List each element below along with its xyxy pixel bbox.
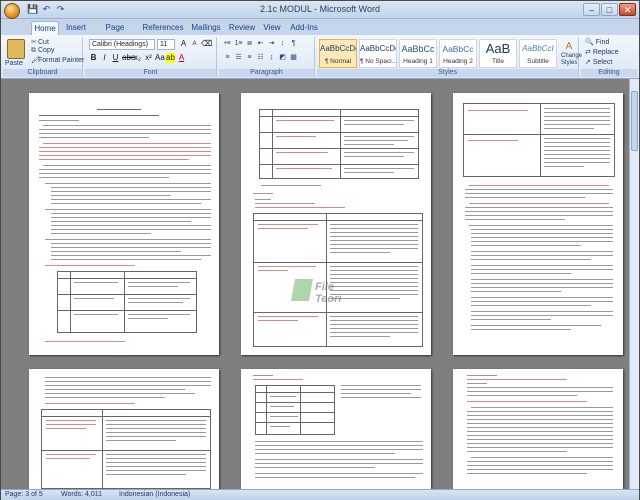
ribbon: Paste ✂Cut ⧉ Copy 🖌Format Painter Clipboa… (1, 35, 639, 79)
font-color-icon[interactable]: A (177, 53, 186, 63)
clipboard-group-label: Clipboard (3, 69, 82, 77)
copy-button[interactable]: ⧉ Copy (31, 47, 54, 55)
minimize-button[interactable]: – (583, 3, 600, 16)
align-left-icon[interactable]: ≡ (223, 53, 232, 63)
document-page[interactable] (241, 369, 431, 489)
language-indicator[interactable]: Indonesian (Indonesia) (119, 491, 190, 498)
file-icon (291, 279, 313, 301)
window-title: 2.1c MODUL - Microsoft Word (259, 4, 381, 14)
watermark-logo: File Teori (291, 277, 363, 307)
find-button[interactable]: 🔍 Find (585, 38, 609, 46)
line-spacing-icon[interactable]: ↨ (267, 53, 276, 63)
numbering-icon[interactable]: 1≡ (234, 39, 243, 49)
document-page[interactable] (29, 93, 219, 355)
subscript-icon[interactable]: x₂ (133, 53, 142, 63)
grow-font-icon[interactable]: A (179, 39, 188, 49)
paste-button[interactable]: Paste (5, 60, 23, 67)
document-page[interactable] (29, 369, 219, 489)
justify-icon[interactable]: ☷ (256, 53, 265, 63)
font-group-label: Font (85, 69, 216, 77)
brush-icon: 🖌 (31, 57, 40, 64)
maximize-button[interactable]: □ (601, 3, 618, 16)
select-button[interactable]: ➚ Select (585, 58, 612, 66)
document-table[interactable] (259, 109, 419, 179)
tab-view[interactable]: View (261, 21, 283, 35)
tab-insert[interactable]: Insert (63, 21, 89, 35)
scissors-icon: ✂ (31, 39, 37, 46)
style-heading-1[interactable]: AaBbCc Heading 1 (399, 39, 437, 68)
title-bar: 💾 ↶ ↷ 2.1c MODUL - Microsoft Word – □ ✕ (1, 1, 639, 19)
select-icon: ➚ (585, 59, 591, 66)
document-table[interactable] (463, 103, 615, 177)
close-button[interactable]: ✕ (619, 3, 636, 16)
decrease-indent-icon[interactable]: ⇤ (256, 39, 265, 49)
superscript-icon[interactable]: x² (144, 53, 153, 63)
paste-icon[interactable] (7, 39, 25, 59)
copy-icon: ⧉ (31, 47, 36, 54)
replace-button[interactable]: ⇄ Replace (585, 48, 619, 56)
change-case-icon[interactable]: Aa (155, 53, 165, 63)
vertical-scrollbar[interactable] (629, 79, 639, 489)
increase-indent-icon[interactable]: ⇥ (267, 39, 276, 49)
style-title[interactable]: AaB Title (479, 39, 517, 68)
bold-icon[interactable]: B (89, 53, 98, 63)
change-styles-button[interactable]: A Change Styles (561, 41, 582, 66)
replace-icon: ⇄ (585, 49, 591, 56)
tab-add-ins[interactable]: Add-Ins (287, 21, 321, 35)
paragraph-group: •≡ 1≡ ≣ ⇤ ⇥ ↕ ¶ ≡ ☰ ≡ ☷ ↨ ◩ ▦ Paragraph (219, 37, 315, 77)
editing-group-label: Editing (581, 69, 637, 77)
styles-group-label: Styles (317, 69, 578, 77)
paragraph-group-label: Paragraph (219, 69, 314, 77)
binoculars-icon: 🔍 (585, 39, 594, 46)
style-subtitle[interactable]: AaBbCcI Subtitle (519, 39, 557, 68)
format-painter-button[interactable]: 🖌Format Painter (31, 56, 84, 64)
clear-format-icon[interactable]: ⌫ (201, 39, 212, 49)
style-normal[interactable]: AaBbCcDd ¶ Normal (319, 39, 357, 68)
ribbon-tabs: Home Insert Page Layout References Maili… (1, 19, 639, 46)
document-table[interactable] (57, 271, 197, 333)
shrink-font-icon[interactable]: A (190, 39, 199, 49)
document-page[interactable] (453, 369, 623, 489)
document-table[interactable] (41, 409, 211, 489)
cut-button[interactable]: ✂Cut (31, 38, 49, 46)
style-heading-2[interactable]: AaBbCc Heading 2 (439, 39, 477, 68)
tab-mailings[interactable]: Mailings (189, 21, 223, 35)
styles-group: AaBbCcDd ¶ Normal AaBbCcDd ¶ No Spaci...… (317, 37, 582, 77)
clipboard-group: Paste ✂Cut ⧉ Copy 🖌Format Painter Clipboa… (3, 37, 84, 77)
change-styles-icon: A (565, 41, 573, 52)
scrollbar-thumb[interactable] (631, 91, 638, 151)
shading-icon[interactable]: ◩ (278, 53, 287, 63)
document-page[interactable] (453, 93, 623, 355)
window-controls: – □ ✕ (583, 3, 636, 16)
status-bar: Page: 3 of 5 Words: 4,011 Indonesian (In… (1, 489, 639, 500)
document-page[interactable] (241, 93, 431, 355)
underline-icon[interactable]: U (111, 53, 120, 63)
style-no-spacing[interactable]: AaBbCcDd ¶ No Spaci... (359, 39, 397, 68)
highlight-icon[interactable]: ab (166, 53, 175, 63)
font-name-dropdown[interactable]: Calibri (Headings) (89, 39, 155, 50)
tab-references[interactable]: References (141, 21, 185, 35)
align-right-icon[interactable]: ≡ (245, 53, 254, 63)
word-count[interactable]: Words: 4,011 (61, 491, 102, 498)
multilevel-list-icon[interactable]: ≣ (245, 39, 254, 49)
strikethrough-icon[interactable]: abc (122, 53, 135, 63)
bullets-icon[interactable]: •≡ (223, 39, 232, 49)
sort-icon[interactable]: ↕ (278, 39, 287, 49)
font-size-dropdown[interactable]: 11 (157, 39, 175, 50)
tab-page-layout[interactable]: Page Layout (93, 21, 137, 46)
document-table[interactable] (255, 385, 335, 435)
word-window: 💾 ↶ ↷ 2.1c MODUL - Microsoft Word – □ ✕ … (0, 0, 640, 500)
align-center-icon[interactable]: ☰ (234, 53, 243, 63)
italic-icon[interactable]: I (100, 53, 109, 63)
page-count[interactable]: Page: 3 of 5 (5, 491, 43, 498)
tab-review[interactable]: Review (227, 21, 257, 35)
borders-icon[interactable]: ▦ (289, 53, 298, 63)
show-marks-icon[interactable]: ¶ (289, 39, 298, 49)
font-group: Calibri (Headings) 11 A A ⌫ B I U abc x₂… (85, 37, 217, 77)
document-workspace[interactable]: File Teori (1, 79, 639, 489)
tab-home[interactable]: Home (31, 21, 59, 35)
editing-group: 🔍 Find ⇄ Replace ➚ Select Editing (581, 37, 637, 77)
